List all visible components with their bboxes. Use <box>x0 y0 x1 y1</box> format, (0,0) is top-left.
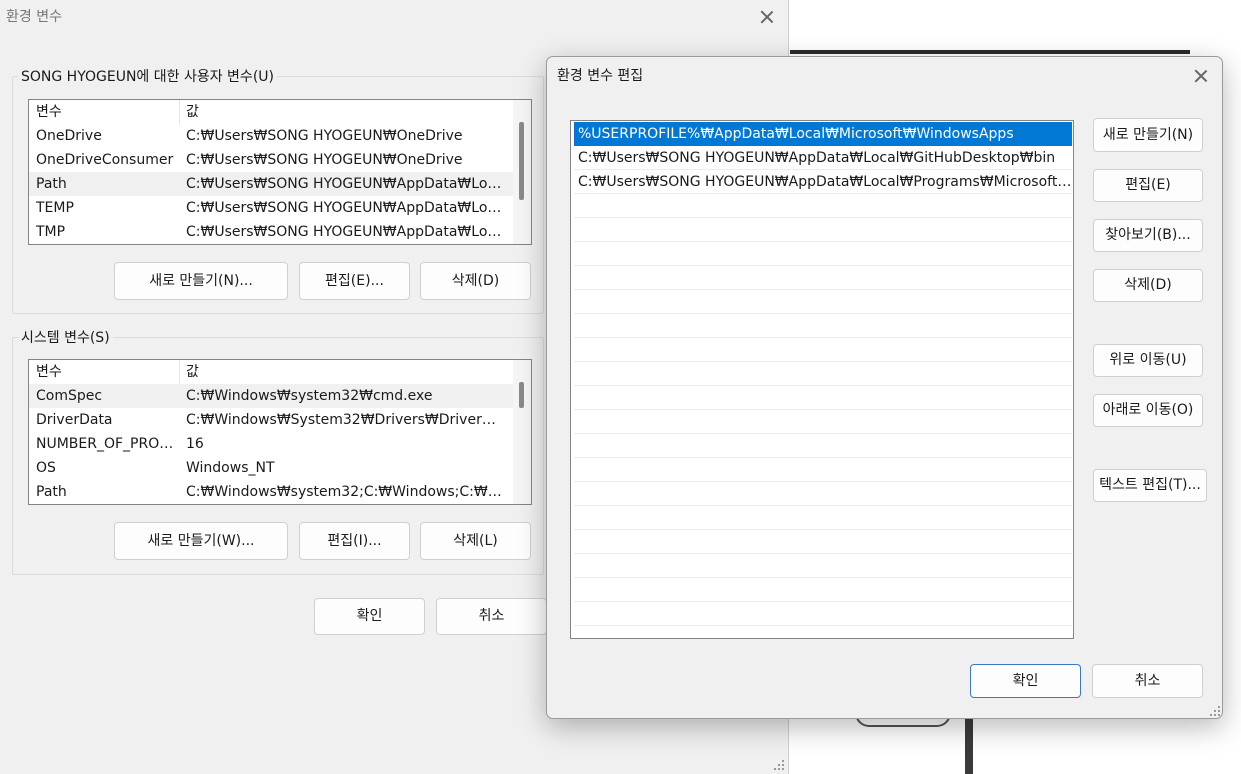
variable-value: C:₩Users₩SONG HYOGEUN₩AppData₩Local... <box>186 176 506 192</box>
variable-value: 16 <box>186 436 204 452</box>
move-down-button[interactable]: 아래로 이동(O) <box>1093 394 1203 427</box>
variable-name: TMP <box>36 224 66 240</box>
path-item-selected[interactable]: %USERPROFILE%₩AppData₩Local₩Microsoft₩Wi… <box>574 122 1072 146</box>
dialog-title: 환경 변수 편집 <box>557 68 644 84</box>
user-new-button[interactable]: 새로 만들기(N)... <box>114 262 288 300</box>
variable-name: TEMP <box>36 200 74 216</box>
vertical-scrollbar[interactable] <box>513 360 531 504</box>
edit-environment-variable-dialog: 환경 변수 편집 %USERPROFILE%₩AppData₩Local₩Mic… <box>546 56 1223 719</box>
cancel-button[interactable]: 취소 <box>436 598 547 635</box>
resize-grip-icon[interactable] <box>774 760 784 770</box>
variable-value: C:₩Users₩SONG HYOGEUN₩AppData₩Local... <box>186 224 506 240</box>
vertical-scrollbar[interactable] <box>513 100 531 244</box>
system-variables-list[interactable]: 변수 값 ComSpec C:₩Windows₩system32₩cmd.exe… <box>28 359 532 505</box>
variable-name: ComSpec <box>36 388 103 404</box>
path-item[interactable]: C:₩Users₩SONG HYOGEUN₩AppData₩Local₩GitH… <box>574 146 1072 170</box>
list-row[interactable]: OneDrive C:₩Users₩SONG HYOGEUN₩OneDrive <box>29 124 531 148</box>
user-edit-button[interactable]: 편집(E)... <box>299 262 410 300</box>
variable-name: OneDrive <box>36 128 102 144</box>
system-delete-button[interactable]: 삭제(L) <box>420 522 531 560</box>
list-row[interactable]: NUMBER_OF_PROC... 16 <box>29 432 531 456</box>
path-item-empty[interactable] <box>574 506 1072 530</box>
path-item-empty[interactable] <box>574 578 1072 602</box>
path-item-empty[interactable] <box>574 338 1072 362</box>
path-item[interactable]: C:₩Users₩SONG HYOGEUN₩AppData₩Local₩Prog… <box>574 170 1072 194</box>
path-item-empty[interactable] <box>574 386 1072 410</box>
close-icon[interactable] <box>757 7 777 27</box>
column-header-value[interactable]: 값 <box>186 360 506 384</box>
path-item-empty[interactable] <box>574 314 1072 338</box>
resize-grip-icon[interactable] <box>1210 706 1220 716</box>
user-variables-list[interactable]: 변수 값 OneDrive C:₩Users₩SONG HYOGEUN₩OneD… <box>28 99 532 245</box>
ok-button[interactable]: 확인 <box>970 664 1081 698</box>
list-row[interactable]: OneDriveConsumer C:₩Users₩SONG HYOGEUN₩O… <box>29 148 531 172</box>
variable-value: C:₩Users₩SONG HYOGEUN₩OneDrive <box>186 152 463 168</box>
path-item-empty[interactable] <box>574 482 1072 506</box>
path-item-empty[interactable] <box>574 242 1072 266</box>
variable-value: C:₩Users₩SONG HYOGEUN₩AppData₩Local... <box>186 200 506 216</box>
edit-text-button[interactable]: 텍스트 편집(T)... <box>1093 469 1207 502</box>
cancel-button[interactable]: 취소 <box>1092 664 1203 698</box>
list-row[interactable]: TEMP C:₩Users₩SONG HYOGEUN₩AppData₩Local… <box>29 196 531 220</box>
variable-value: C:₩Windows₩System32₩Drivers₩DriverData <box>186 412 506 428</box>
edit-path-button[interactable]: 편집(E) <box>1093 169 1203 202</box>
list-row[interactable]: OS Windows_NT <box>29 456 531 480</box>
path-item-empty[interactable] <box>574 218 1072 242</box>
variable-name: Path <box>36 176 67 192</box>
system-edit-button[interactable]: 편집(I)... <box>299 522 410 560</box>
column-header-value[interactable]: 값 <box>186 100 506 124</box>
path-item-empty[interactable] <box>574 362 1072 386</box>
variable-value: C:₩Windows₩system32₩cmd.exe <box>186 388 433 404</box>
browse-button[interactable]: 찾아보기(B)... <box>1093 219 1203 252</box>
variable-name: OneDriveConsumer <box>36 152 174 168</box>
delete-path-button[interactable]: 삭제(D) <box>1093 269 1203 302</box>
new-path-button[interactable]: 새로 만들기(N) <box>1093 118 1203 152</box>
path-item-empty[interactable] <box>574 266 1072 290</box>
variable-name: NUMBER_OF_PROC... <box>36 436 181 452</box>
variable-name: DriverData <box>36 412 113 428</box>
system-variables-label: 시스템 변수(S) <box>18 327 113 347</box>
path-item-empty[interactable] <box>574 194 1072 218</box>
scrollbar-thumb[interactable] <box>519 122 524 200</box>
list-row[interactable]: Path C:₩Windows₩system32;C:₩Windows;C:₩W… <box>29 480 531 504</box>
path-item-empty[interactable] <box>574 410 1072 434</box>
move-up-button[interactable]: 위로 이동(U) <box>1093 344 1203 377</box>
path-item-empty[interactable] <box>574 290 1072 314</box>
close-icon[interactable] <box>1191 66 1211 86</box>
path-item-empty[interactable] <box>574 434 1072 458</box>
variable-name: Path <box>36 484 67 500</box>
user-variables-label: SONG HYOGEUN에 대한 사용자 변수(U) <box>18 66 277 86</box>
column-header-variable[interactable]: 변수 <box>36 100 181 124</box>
list-row-selected[interactable]: ComSpec C:₩Windows₩system32₩cmd.exe <box>29 384 531 408</box>
variable-value: C:₩Windows₩system32;C:₩Windows;C:₩Win... <box>186 484 506 500</box>
variable-value: Windows_NT <box>186 460 275 476</box>
window-title: 환경 변수 <box>6 9 62 25</box>
list-row-selected[interactable]: Path C:₩Users₩SONG HYOGEUN₩AppData₩Local… <box>29 172 531 196</box>
path-item-empty[interactable] <box>574 554 1072 578</box>
variable-value: C:₩Users₩SONG HYOGEUN₩OneDrive <box>186 128 463 144</box>
ok-button[interactable]: 확인 <box>314 598 425 635</box>
background-window-edge-bottom <box>965 715 973 774</box>
background-window-edge <box>790 50 1190 54</box>
list-header: 변수 값 <box>29 100 531 124</box>
path-item-empty[interactable] <box>574 602 1072 626</box>
variable-name: OS <box>36 460 56 476</box>
path-list[interactable]: %USERPROFILE%₩AppData₩Local₩Microsoft₩Wi… <box>570 120 1074 639</box>
path-item-empty[interactable] <box>574 530 1072 554</box>
list-row[interactable]: TMP C:₩Users₩SONG HYOGEUN₩AppData₩Local.… <box>29 220 531 244</box>
list-row[interactable]: DriverData C:₩Windows₩System32₩Drivers₩D… <box>29 408 531 432</box>
user-delete-button[interactable]: 삭제(D) <box>420 262 531 300</box>
scrollbar-thumb[interactable] <box>519 382 524 408</box>
path-item-empty[interactable] <box>574 458 1072 482</box>
system-new-button[interactable]: 새로 만들기(W)... <box>114 522 288 560</box>
list-header: 변수 값 <box>29 360 531 384</box>
column-header-variable[interactable]: 변수 <box>36 360 181 384</box>
